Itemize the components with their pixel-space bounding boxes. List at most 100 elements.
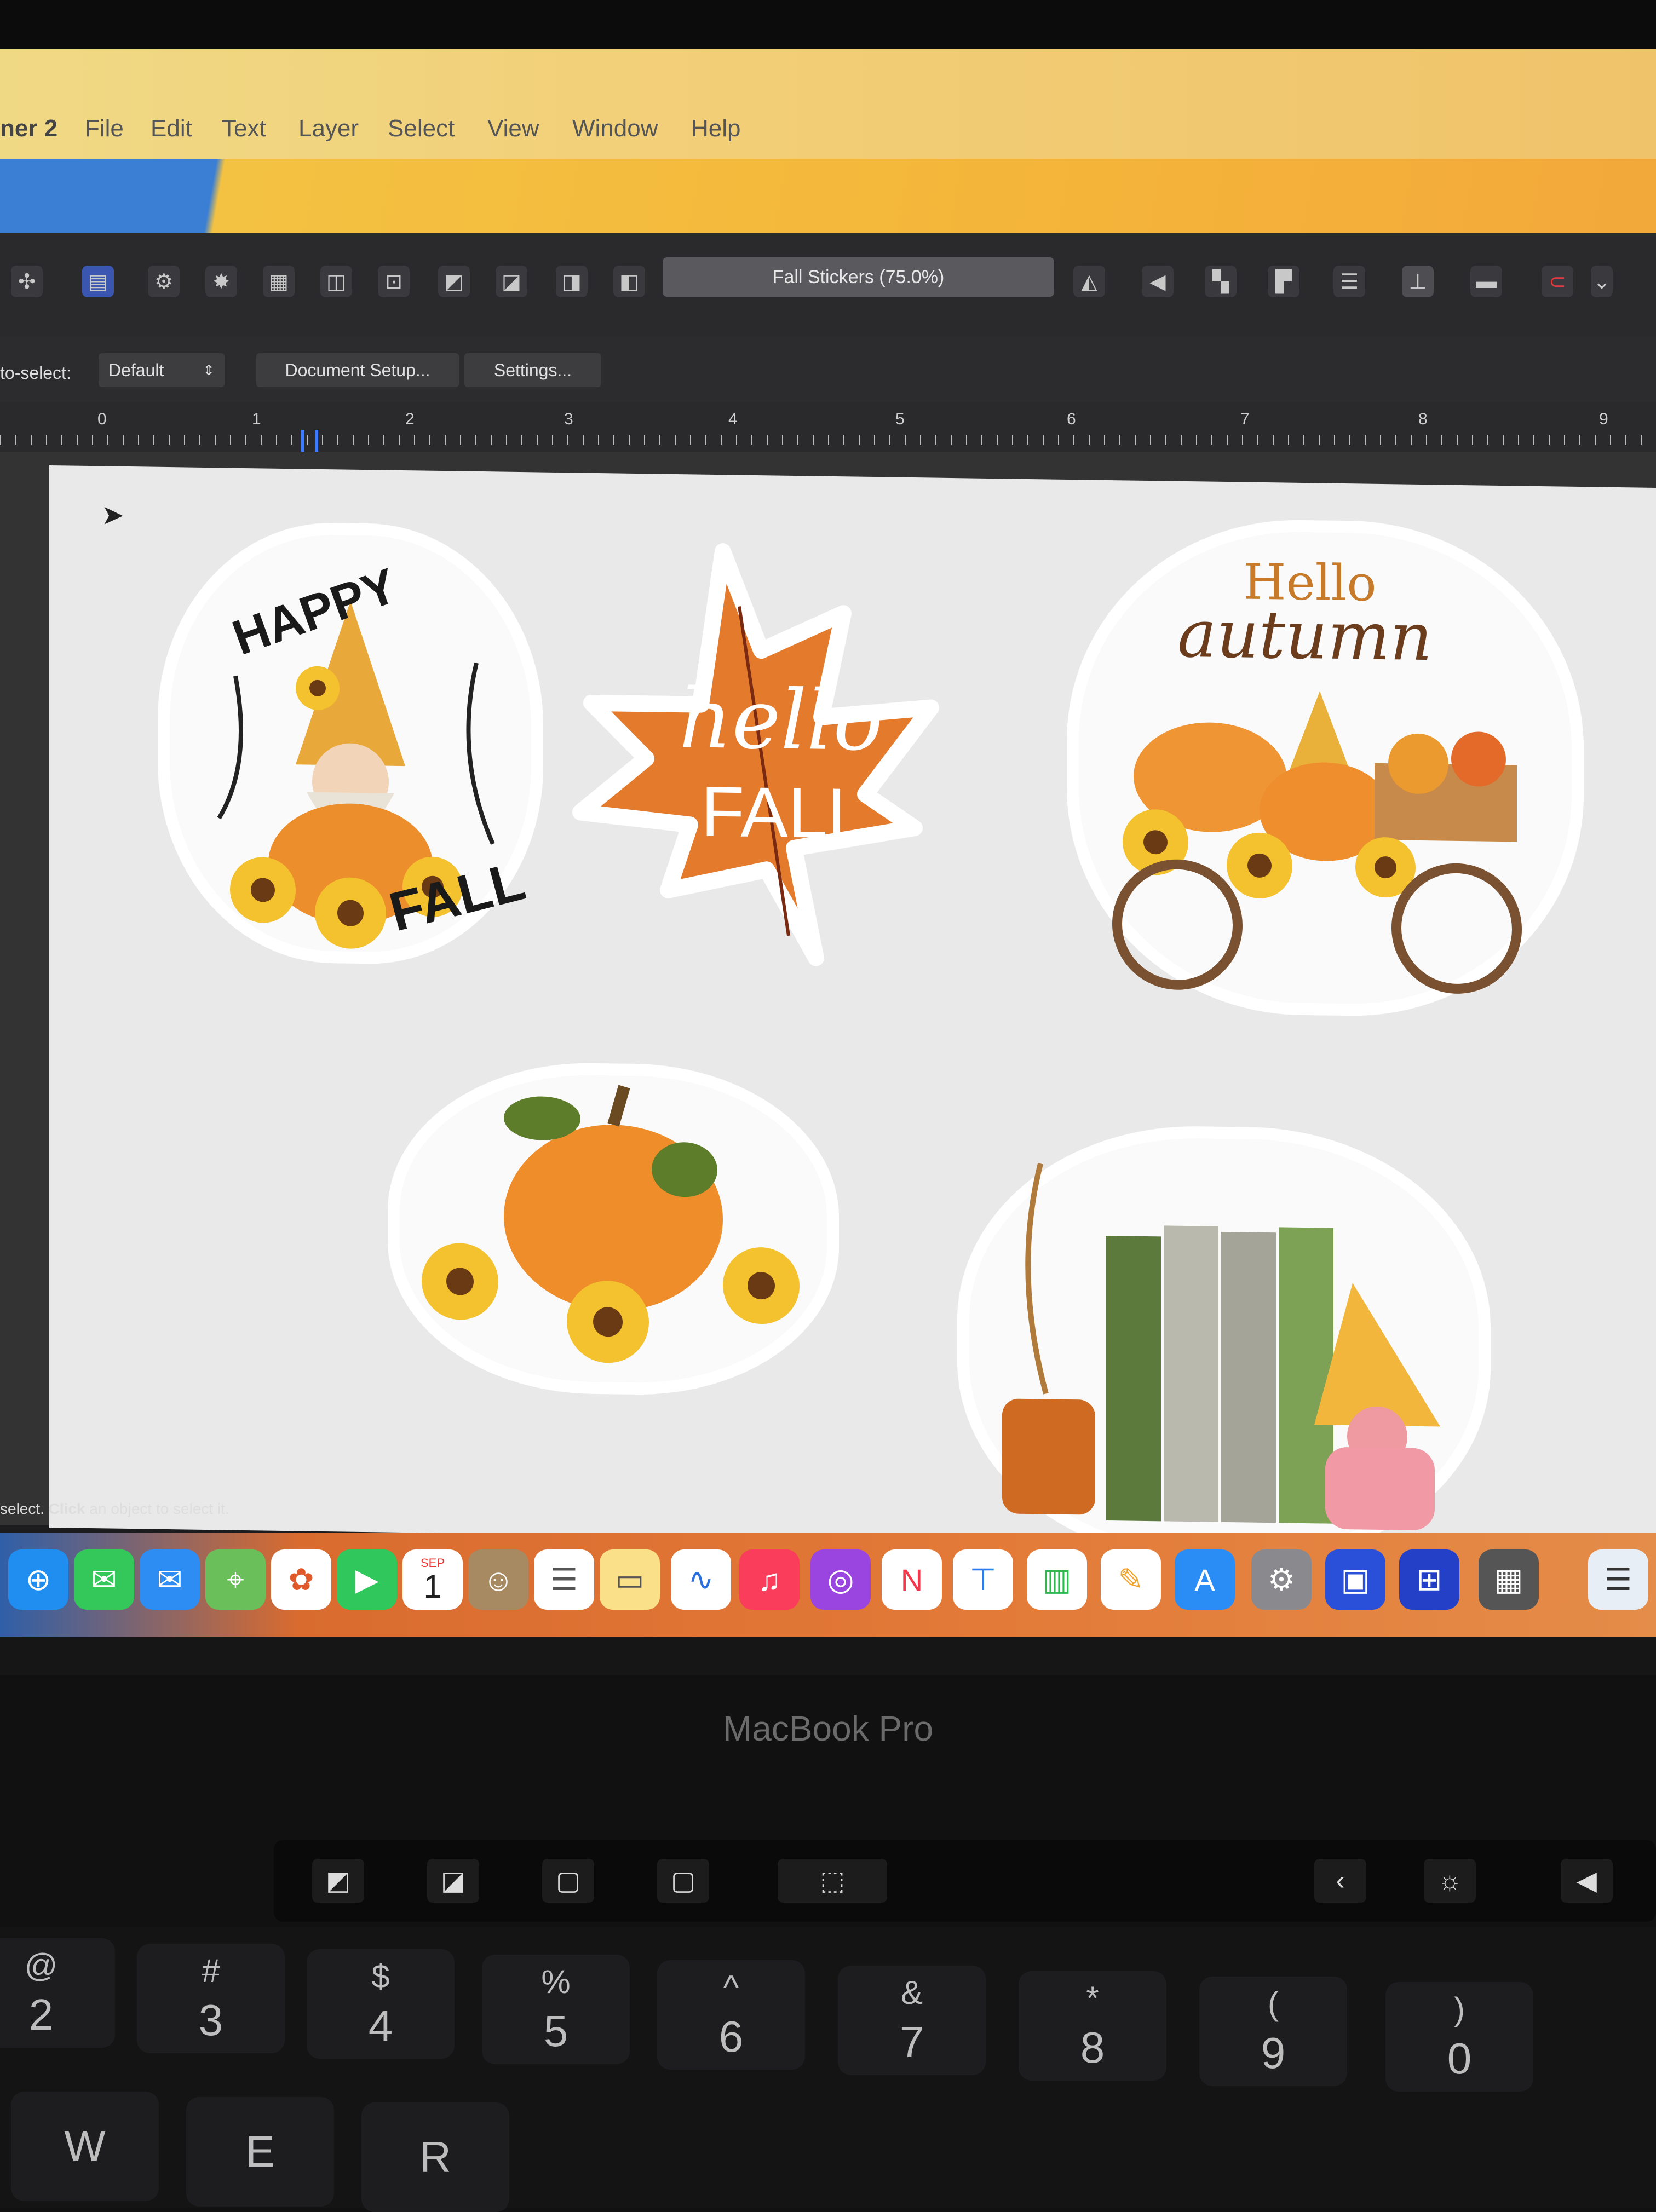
select-tool-icon[interactable]: ◫ [320,266,352,297]
flip-vertical-icon[interactable]: ◀ [1142,266,1174,297]
arrange-bottom-icon[interactable]: ◧ [613,266,645,297]
sticker-text-fall-block: FALL [701,771,867,854]
calculator-icon[interactable]: ▦ [1479,1549,1539,1610]
key-number: 7 [899,2017,924,2066]
news-icon[interactable]: N [882,1549,942,1610]
arrange-back-icon[interactable]: ◨ [556,266,588,297]
export-icon[interactable]: ▤ [82,266,114,297]
canvas-area[interactable]: HAPPY FALL hello FALL Hello autumn ➤ [0,452,1656,1553]
numbers-icon[interactable]: ▥ [1027,1549,1087,1610]
key-e[interactable]: E [186,2097,334,2207]
key-number: 2 [28,1990,54,2039]
key-symbol: # [202,1952,220,1989]
preview-icon[interactable]: ☰ [1588,1549,1648,1610]
touchbar-arrange-icon[interactable]: ◩ [312,1859,364,1903]
key-w[interactable]: W [11,2092,159,2201]
notes-icon[interactable]: ▭ [600,1549,660,1610]
key-symbol: ) [1454,1990,1465,2027]
sticker-pumpkin[interactable] [400,1072,827,1385]
key-8[interactable]: * 8 [1019,1971,1166,2081]
key-5[interactable]: % 5 [482,1955,630,2064]
brightness-icon[interactable]: ☼ [1424,1859,1476,1903]
keynote-icon[interactable]: ⊤ [953,1549,1013,1610]
key-symbol: & [900,1974,923,2011]
volume-icon[interactable]: ◀ [1561,1859,1613,1903]
ruler-tick: 6 [1067,410,1076,428]
safari-icon[interactable]: ⊕ [8,1549,68,1610]
key-2[interactable]: @2 [0,1938,115,2048]
app-name-menu[interactable]: ner 2 [0,115,58,142]
touchbar-transform-icon[interactable]: ⬚ [778,1859,887,1903]
menu-file[interactable]: File [85,115,124,142]
rotate-icon[interactable]: ▚ [1205,266,1237,297]
snapping-icon[interactable]: ✸ [205,266,237,297]
key-7[interactable]: & 7 [838,1966,986,2075]
menu-select[interactable]: Select [388,115,455,142]
messages-icon[interactable]: ✉ [74,1549,134,1610]
sticker-happy-fall[interactable]: HAPPY FALL [170,533,531,954]
settings-button[interactable]: Settings... [464,353,601,387]
system-settings-icon[interactable]: ⚙ [1251,1549,1312,1610]
maps-icon[interactable]: ⌖ [205,1549,266,1610]
document-setup-button[interactable]: Document Setup... [256,353,459,387]
designer-icon[interactable]: ▣ [1325,1549,1385,1610]
reminders-icon[interactable]: ☰ [534,1549,594,1610]
artboard[interactable]: HAPPY FALL hello FALL Hello autumn ➤ [49,465,1656,1553]
key-9[interactable]: (9 [1199,1977,1347,2086]
key-3[interactable]: #3 [137,1944,285,2053]
settings-icon[interactable]: ⚙ [148,266,180,297]
key-6[interactable]: ^ 6 [657,1960,805,2070]
mail-icon[interactable]: ✉ [140,1549,200,1610]
key-r[interactable]: R [361,2102,509,2212]
touchbar-collapse-icon[interactable]: ‹ [1314,1859,1366,1903]
transform-icon[interactable]: ⊡ [378,266,410,297]
ruler-ticks [0,435,1656,445]
menu-window[interactable]: Window [572,115,658,142]
menu-edit[interactable]: Edit [151,115,192,142]
sticker-books-gnome[interactable] [969,1135,1479,1553]
freeform-icon[interactable]: ∿ [671,1549,731,1610]
calendar-icon[interactable]: SEP 1 [403,1549,463,1610]
key-number: 8 [1080,2023,1105,2072]
contacts-icon[interactable]: ☺ [468,1549,528,1610]
sticker-hello-fall-leaf[interactable]: hello FALL [559,538,986,982]
arrange-forward-icon[interactable]: ◪ [496,266,527,297]
arrange-front-icon[interactable]: ◩ [438,266,470,297]
menu-view[interactable]: View [487,115,539,142]
status-prefix: select. [0,1500,49,1517]
key-0[interactable]: ) 0 [1385,1982,1533,2092]
ruler-tick: 8 [1418,410,1428,428]
sticker-hello-autumn[interactable]: Hello autumn [1079,529,1572,1007]
menu-help[interactable]: Help [691,115,741,142]
align-center-icon[interactable]: ☰ [1333,266,1365,297]
touchbar-forward-icon[interactable]: ◪ [427,1859,479,1903]
document-title: Fall Stickers (75.0%) [663,257,1054,297]
pages-icon[interactable]: ✎ [1101,1549,1161,1610]
touchbar-bottom-icon[interactable]: ▢ [657,1859,709,1903]
grid-icon[interactable]: ▦ [263,266,295,297]
menu-text[interactable]: Text [222,115,266,142]
chevron-down-icon[interactable]: ⌄ [1591,266,1613,297]
ruler-tick: 2 [405,410,415,428]
persona-icon[interactable]: ✣ [11,266,43,297]
facetime-icon[interactable]: ▶ [337,1549,397,1610]
key-symbol: * [1086,1979,1099,2017]
align-icon[interactable]: ⊥ [1402,266,1434,297]
flip-horizontal-icon[interactable]: ◭ [1073,266,1105,297]
ruler-marker [315,430,318,452]
horizontal-ruler: 0 1 2 3 4 5 6 7 8 9 [0,402,1656,453]
magnet-icon[interactable]: ⊂ [1542,266,1573,297]
auto-select-dropdown[interactable]: Default ⇕ [99,353,225,387]
status-bar: select. Click an object to select it. [0,1500,1656,1533]
photos-icon[interactable]: ✿ [271,1549,331,1610]
layer-icon[interactable]: ▬ [1470,266,1502,297]
podcasts-icon[interactable]: ◎ [810,1549,871,1610]
menu-layer[interactable]: Layer [298,115,359,142]
touch-bar: ◩ ◪ ▢ ▢ ⬚ ‹ ☼ ◀ [274,1840,1656,1922]
app-store-icon[interactable]: A [1175,1549,1235,1610]
affinity-icon[interactable]: ⊞ [1399,1549,1459,1610]
key-4[interactable]: $4 [307,1949,455,2059]
touchbar-back-icon[interactable]: ▢ [542,1859,594,1903]
align-left-icon[interactable]: ▛ [1268,266,1300,297]
music-icon[interactable]: ♫ [739,1549,800,1610]
